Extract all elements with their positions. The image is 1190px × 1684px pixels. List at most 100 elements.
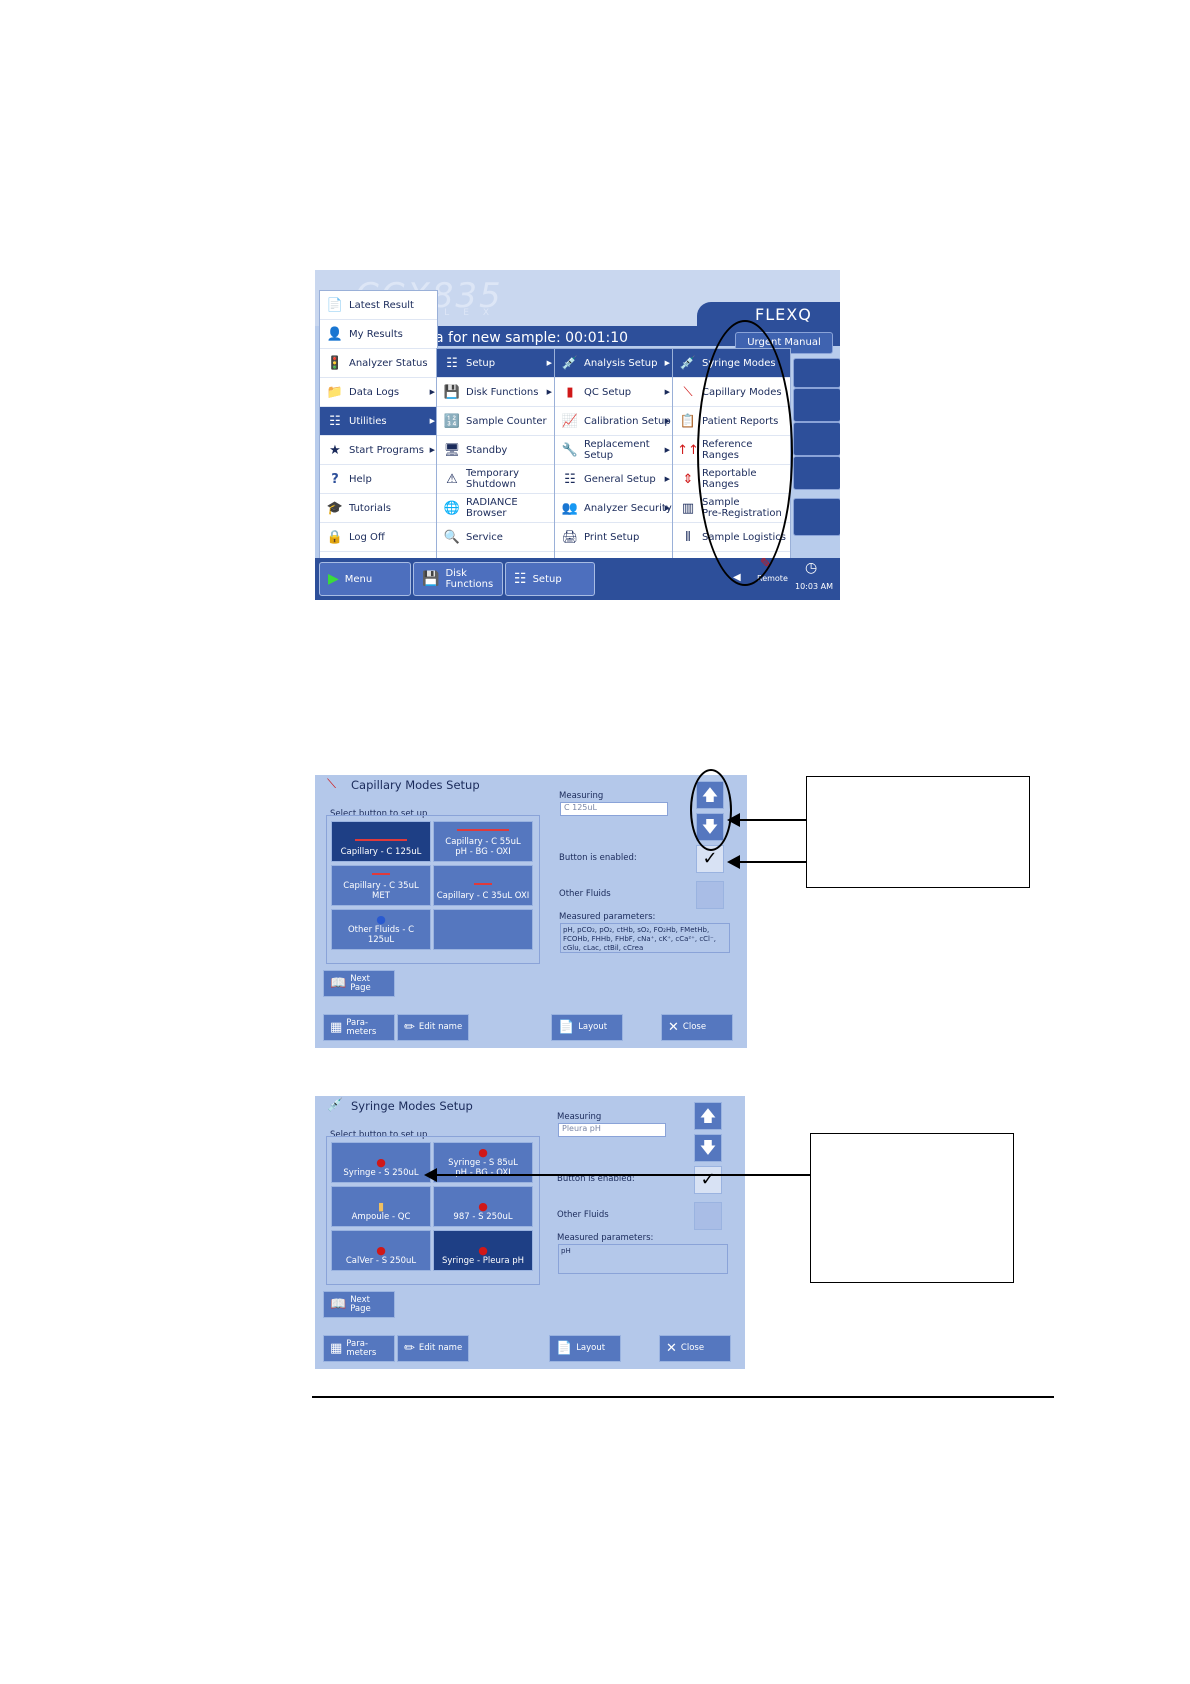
callout-box [806, 776, 1030, 888]
setup-button[interactable]: ☷ Setup [505, 562, 595, 596]
barcode-icon: ▥ [681, 500, 695, 516]
menu-item-tutorials[interactable]: 🎓 Tutorials [320, 494, 437, 523]
main-menu: 📄 Latest Result 👤 My Results 🚦 Analyzer Sta… [319, 290, 438, 559]
menu-item-temporary-shutdown[interactable]: ⚠ Temporary Shutdown [437, 465, 554, 494]
edit-name-button[interactable]: ✏ Edit name [397, 1014, 469, 1041]
arrow-up-icon: 🡅 [699, 1106, 717, 1125]
menu-item-disk-functions[interactable]: 💾 Disk Functions ▶ [437, 378, 554, 407]
measuring-input[interactable]: Pleura pH [558, 1123, 666, 1137]
mode-button[interactable]: Capillary - C 125uL [331, 821, 431, 862]
menu-button[interactable]: ▶ Menu [319, 562, 411, 596]
menu-item-latest-result[interactable]: 📄 Latest Result [320, 291, 437, 320]
pencil-icon: ✏ [404, 1341, 415, 1356]
syringe-icon: 💉 [561, 355, 579, 371]
menu-item-analyzer-status[interactable]: 🚦 Analyzer Status [320, 349, 437, 378]
close-icon: ✕ [666, 1341, 677, 1356]
panel-title: Syringe Modes Setup [351, 1099, 473, 1113]
arrows-highlight-oval [690, 769, 732, 851]
button-enabled-checkbox[interactable]: ✓ [694, 1166, 722, 1194]
submenu-arrow-icon: ▶ [664, 359, 670, 367]
setup-submenu: 💉 Analysis Setup ▶ ▮ QC Setup ▶ 📈 Calibration… [554, 348, 673, 559]
next-page-button[interactable]: 📖 Next Page [323, 1291, 395, 1318]
mode-button[interactable]: ● Syringe - S 85uL pH - BG - OXI [433, 1142, 533, 1183]
capillary-bar-icon [474, 883, 492, 885]
menu-item-data-logs[interactable]: 📁 Data Logs ▶ [320, 378, 437, 407]
button-enabled-label: Button is enabled: [559, 853, 637, 863]
menu-item-analyzer-security[interactable]: 👥 Analyzer Security ▶ [555, 494, 672, 523]
arrowhead-icon [727, 855, 740, 869]
magnifier-icon: 🔍 [443, 529, 461, 545]
menu-item-my-results[interactable]: 👤 My Results [320, 320, 437, 349]
move-down-button[interactable]: 🡇 [694, 1134, 722, 1162]
menu-item-help[interactable]: ? Help [320, 465, 437, 494]
menu-item-qc-setup[interactable]: ▮ QC Setup ▶ [555, 378, 672, 407]
mode-button[interactable]: ● Other Fluids - C 125uL [331, 909, 431, 950]
menu-item-standby[interactable]: 🖥 Standby [437, 436, 554, 465]
button-enabled-label: Button is enabled: [557, 1174, 635, 1184]
sample-tubes-icon: ⫴ [685, 529, 691, 545]
menu-item-setup[interactable]: ☷ Setup ▶ [437, 349, 554, 378]
measured-parameters-label: Measured parameters: [559, 912, 656, 922]
shutdown-icon: ⚠ [446, 471, 458, 487]
next-page-button[interactable]: 📖 Next Page [323, 970, 395, 997]
mode-button[interactable] [433, 909, 533, 950]
arrowhead-icon [727, 813, 740, 827]
close-button[interactable]: ✕ Close [659, 1335, 731, 1362]
mode-button[interactable]: Capillary - C 35uL OXI [433, 865, 533, 906]
submenu-arrow-icon: ▶ [664, 417, 670, 425]
mode-button[interactable]: ▮ Ampoule - QC [331, 1186, 431, 1227]
callout-line [740, 819, 806, 821]
menu-item-print-setup[interactable]: 🖨 Print Setup [555, 523, 672, 552]
mode-button[interactable]: ● CalVer - S 250uL [331, 1230, 431, 1271]
other-fluids-label: Other Fluids [559, 889, 611, 899]
submenu-arrow-icon: ▶ [664, 446, 670, 454]
disk-functions-button[interactable]: 💾 Disk Functions [413, 562, 503, 596]
menu-item-calibration-setup[interactable]: 📈 Calibration Setup ▶ [555, 407, 672, 436]
menu-item-start-programs[interactable]: ★ Start Programs ▶ [320, 436, 437, 465]
mode-button[interactable]: ● Syringe - S 250uL [331, 1142, 431, 1183]
submenu-arrow-icon: ▶ [664, 504, 670, 512]
menu-item-radiance-browser[interactable]: 🌐 RADIANCE Browser [437, 494, 554, 523]
mode-button[interactable]: Capillary - C 35uL MET [331, 865, 431, 906]
move-up-button[interactable]: 🡅 [694, 1102, 722, 1130]
play-icon: ▶ [328, 570, 339, 587]
blood-drop-icon: ● [478, 1244, 488, 1257]
menu-item-analysis-setup[interactable]: 💉 Analysis Setup ▶ [555, 349, 672, 378]
report-icon: 📄 [326, 297, 344, 313]
other-fluids-checkbox[interactable] [694, 1202, 722, 1230]
submenu-arrow-icon: ▶ [546, 359, 552, 367]
lock-icon: 🔒 [326, 529, 344, 545]
submenu-arrow-icon: ▶ [429, 446, 435, 454]
sliders-icon: ☷ [564, 471, 576, 487]
menu-item-replacement-setup[interactable]: 🔧 Replacement Setup ▶ [555, 436, 672, 465]
measuring-input[interactable]: C 125uL [560, 802, 668, 816]
help-icon: ? [331, 471, 339, 487]
submenu-arrow-icon: ▶ [429, 417, 435, 425]
status-text: a for new sample: 00:01:10 [435, 330, 629, 346]
syringe-modes-setup-panel: 💉 Syringe Modes Setup Select button to s… [315, 1096, 745, 1369]
close-button[interactable]: ✕ Close [661, 1014, 733, 1041]
user-report-icon: 👤 [326, 326, 344, 342]
floppy-disk-icon: 💾 [443, 384, 461, 400]
menu-item-service[interactable]: 🔍 Service [437, 523, 554, 552]
other-fluids-checkbox[interactable] [696, 881, 724, 909]
blood-drop-icon: ● [478, 1200, 488, 1213]
parameters-button[interactable]: ▦ Para- meters [323, 1335, 395, 1362]
users-icon: 👥 [561, 500, 579, 516]
footer-rule [312, 1396, 1054, 1398]
menu-item-utilities[interactable]: ☷ Utilities ▶ [320, 407, 437, 436]
mode-button[interactable]: ● Syringe - Pleura pH [433, 1230, 533, 1271]
menu-item-log-off[interactable]: 🔒 Log Off [320, 523, 437, 552]
counter-icon: 🔢 [443, 413, 461, 429]
mode-button[interactable]: Capillary - C 55uL pH - BG - OXI [433, 821, 533, 862]
traffic-light-icon: 🚦 [326, 355, 344, 371]
mode-button[interactable]: ● 987 - S 250uL [433, 1186, 533, 1227]
parameters-button[interactable]: ▦ Para- meters [323, 1014, 395, 1041]
layout-button[interactable]: 📄 Layout [551, 1014, 623, 1041]
syringe-icon: 💉 [679, 355, 697, 371]
menu-item-sample-counter[interactable]: 🔢 Sample Counter [437, 407, 554, 436]
menu-item-general-setup[interactable]: ☷ General Setup ▶ [555, 465, 672, 494]
layout-button[interactable]: 📄 Layout [549, 1335, 621, 1362]
browser-icon: 🌐 [443, 500, 461, 516]
edit-name-button[interactable]: ✏ Edit name [397, 1335, 469, 1362]
